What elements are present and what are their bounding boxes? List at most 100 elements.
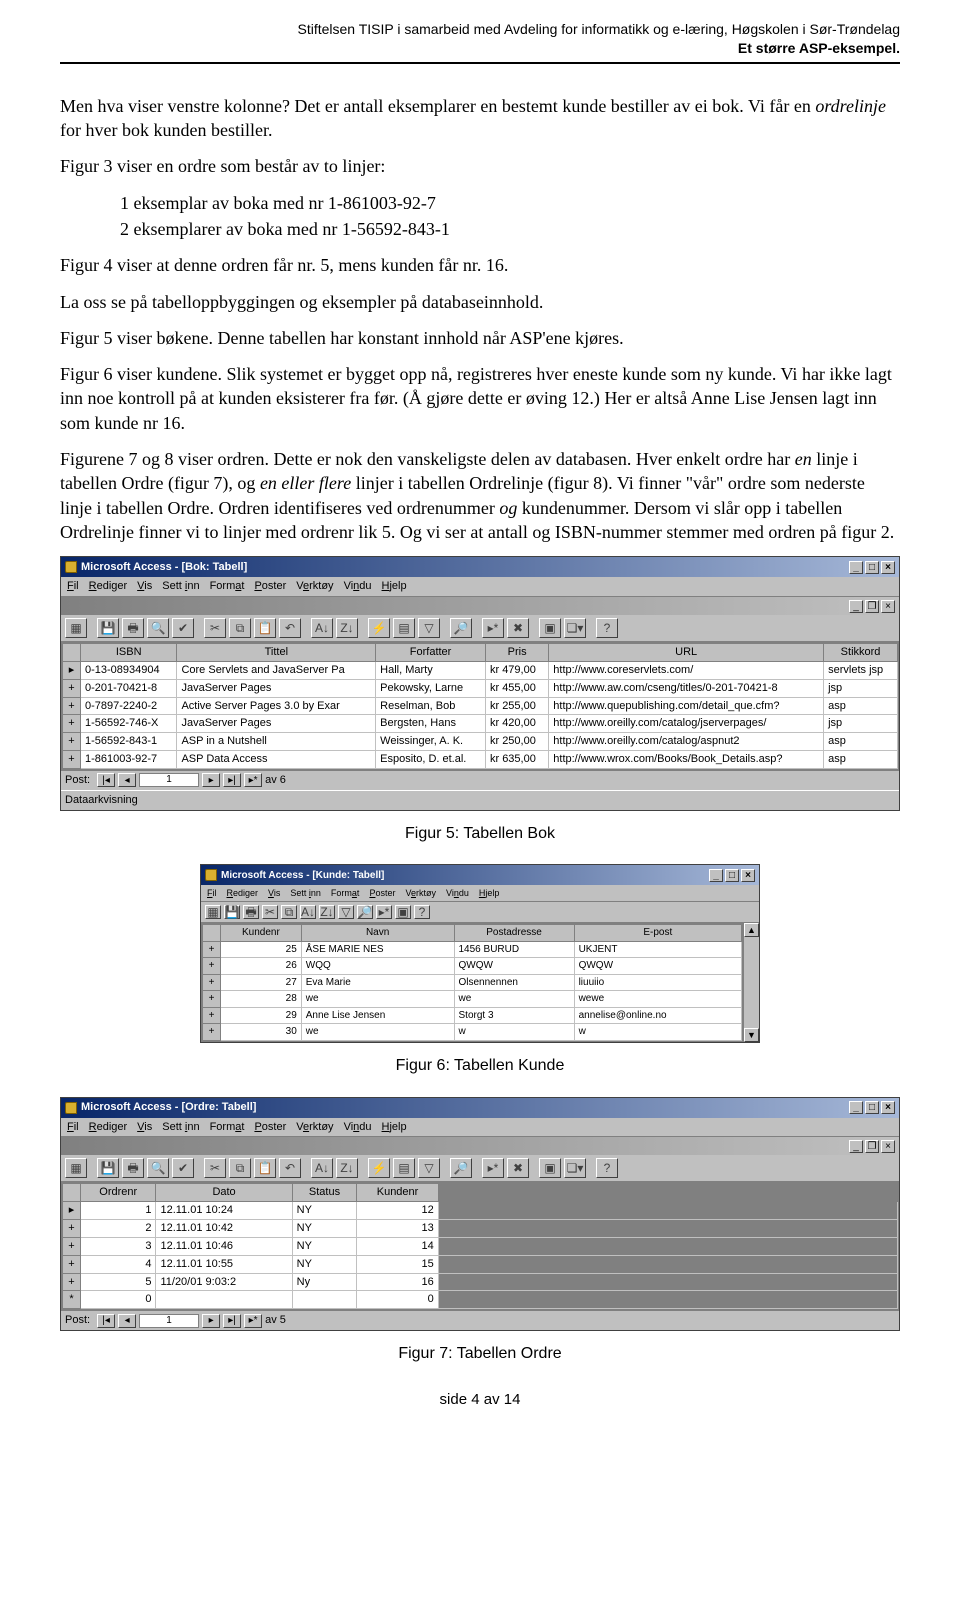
- spell-button[interactable]: ✔: [172, 618, 194, 638]
- db-window-button[interactable]: ▣: [395, 905, 411, 919]
- close-button[interactable]: ×: [881, 561, 895, 574]
- menubar-ordre[interactable]: Fil Rediger Vis Sett inn Format Poster V…: [61, 1118, 899, 1138]
- delete-record-button[interactable]: ✖: [507, 618, 529, 638]
- cell[interactable]: kr 420,00: [485, 715, 548, 733]
- col-forfatter[interactable]: Forfatter: [376, 644, 486, 662]
- menu-poster[interactable]: Poster: [254, 579, 286, 594]
- cell[interactable]: 29: [221, 1007, 302, 1024]
- table-row[interactable]: +30weww: [203, 1024, 742, 1041]
- table-row[interactable]: +27Eva MarieOlsennennenliuuiio: [203, 974, 742, 991]
- sort-asc-button[interactable]: A↓: [300, 905, 316, 919]
- cell[interactable]: Reselman, Bob: [376, 697, 486, 715]
- scrollbar-kunde[interactable]: ▲ ▼: [743, 923, 759, 1042]
- paste-button[interactable]: 📋: [254, 1158, 276, 1178]
- menu-vindu[interactable]: Vindu: [446, 887, 469, 899]
- table-row[interactable]: +1-861003-92-7ASP Data AccessEsposito, D…: [63, 751, 898, 769]
- col-tittel[interactable]: Tittel: [177, 644, 376, 662]
- table-row[interactable]: +0-7897-2240-2Active Server Pages 3.0 by…: [63, 697, 898, 715]
- cell[interactable]: kr 479,00: [485, 661, 548, 679]
- cell[interactable]: 5: [81, 1273, 156, 1291]
- copy-button[interactable]: ⧉: [281, 905, 297, 919]
- cell[interactable]: JavaServer Pages: [177, 679, 376, 697]
- cell[interactable]: http://www.wrox.com/Books/Book_Details.a…: [549, 751, 824, 769]
- row-selector[interactable]: ▸: [63, 1202, 81, 1220]
- menu-vindu[interactable]: Vindu: [344, 579, 372, 594]
- col-pris[interactable]: Pris: [485, 644, 548, 662]
- cell[interactable]: 0-7897-2240-2: [81, 697, 177, 715]
- delete-record-button[interactable]: ✖: [507, 1158, 529, 1178]
- cut-button[interactable]: ✂: [204, 1158, 226, 1178]
- cell[interactable]: 28: [221, 991, 302, 1008]
- cell[interactable]: WQQ: [301, 958, 454, 975]
- cell[interactable]: 16: [357, 1273, 438, 1291]
- row-selector[interactable]: +: [63, 1273, 81, 1291]
- titlebar-kunde[interactable]: Microsoft Access - [Kunde: Tabell] _ □ ×: [201, 865, 759, 885]
- paste-button[interactable]: 📋: [254, 618, 276, 638]
- menu-settinn[interactable]: Sett inn: [162, 579, 199, 594]
- cell[interactable]: Weissinger, A. K.: [376, 733, 486, 751]
- grid-kunde[interactable]: Kundenr Navn Postadresse E-post +25ÅSE M…: [201, 923, 743, 1042]
- table-row[interactable]: +412.11.01 10:55NY15: [63, 1255, 898, 1273]
- col-stikkord[interactable]: Stikkord: [824, 644, 898, 662]
- cell[interactable]: 3: [81, 1237, 156, 1255]
- menu-fil[interactable]: Fil: [67, 1120, 79, 1135]
- cell[interactable]: kr 250,00: [485, 733, 548, 751]
- find-button[interactable]: 🔎: [450, 1158, 472, 1178]
- cell[interactable]: asp: [824, 697, 898, 715]
- row-selector[interactable]: +: [63, 751, 81, 769]
- menu-rediger[interactable]: Rediger: [89, 579, 128, 594]
- menu-vis[interactable]: Vis: [137, 579, 152, 594]
- sort-asc-button[interactable]: A↓: [311, 618, 333, 638]
- print-button[interactable]: 🖶: [122, 618, 144, 638]
- menu-rediger[interactable]: Rediger: [89, 1120, 128, 1135]
- cell[interactable]: UKJENT: [574, 941, 741, 958]
- cut-button[interactable]: ✂: [262, 905, 278, 919]
- help-button[interactable]: ?: [414, 905, 430, 919]
- new-object-button[interactable]: ❏▾: [564, 1158, 586, 1178]
- cell[interactable]: w: [454, 1024, 574, 1041]
- col-selector[interactable]: [63, 1184, 81, 1202]
- maximize-button[interactable]: □: [865, 561, 879, 574]
- menu-verktoy[interactable]: Verktøy: [296, 1120, 333, 1135]
- col-isbn[interactable]: ISBN: [81, 644, 177, 662]
- cell[interactable]: 14: [357, 1237, 438, 1255]
- copy-button[interactable]: ⧉: [229, 618, 251, 638]
- nav-prev-button[interactable]: ◂: [118, 1314, 136, 1328]
- cell[interactable]: 13: [357, 1220, 438, 1238]
- spell-button[interactable]: ✔: [172, 1158, 194, 1178]
- cell[interactable]: 30: [221, 1024, 302, 1041]
- new-record-button[interactable]: ▸*: [482, 618, 504, 638]
- cell[interactable]: http://www.oreilly.com/catalog/jserverpa…: [549, 715, 824, 733]
- menu-verktoy[interactable]: Verktøy: [296, 579, 333, 594]
- cell[interactable]: 12.11.01 10:42: [156, 1220, 292, 1238]
- undo-button[interactable]: ↶: [279, 618, 301, 638]
- cell[interactable]: we: [454, 991, 574, 1008]
- cell[interactable]: Eva Marie: [301, 974, 454, 991]
- cell[interactable]: [292, 1291, 357, 1309]
- filter-toggle-button[interactable]: ▽: [418, 618, 440, 638]
- cell[interactable]: 0: [357, 1291, 438, 1309]
- cell[interactable]: http://www.oreilly.com/catalog/aspnut2: [549, 733, 824, 751]
- titlebar-bok[interactable]: Microsoft Access - [Bok: Tabell] _ □ ×: [61, 557, 899, 577]
- cell[interactable]: http://www.aw.com/cseng/titles/0-201-704…: [549, 679, 824, 697]
- cell[interactable]: Storgt 3: [454, 1007, 574, 1024]
- filter-toggle-button[interactable]: ▽: [418, 1158, 440, 1178]
- cell[interactable]: 12.11.01 10:46: [156, 1237, 292, 1255]
- cell[interactable]: NY: [292, 1255, 357, 1273]
- nav-current-field[interactable]: 1: [139, 773, 199, 787]
- col-kundenr[interactable]: Kundenr: [357, 1184, 438, 1202]
- row-selector[interactable]: +: [63, 679, 81, 697]
- col-kundenr[interactable]: Kundenr: [221, 925, 302, 942]
- minimize-button[interactable]: _: [709, 869, 723, 882]
- cell[interactable]: jsp: [824, 679, 898, 697]
- cell[interactable]: kr 455,00: [485, 679, 548, 697]
- cell[interactable]: NY: [292, 1237, 357, 1255]
- filter-form-button[interactable]: ▤: [393, 618, 415, 638]
- print-button[interactable]: 🖶: [243, 905, 259, 919]
- table-row[interactable]: +28wewewewe: [203, 991, 742, 1008]
- cell[interactable]: kr 635,00: [485, 751, 548, 769]
- db-window-button[interactable]: ▣: [539, 618, 561, 638]
- nav-next-button[interactable]: ▸: [202, 1314, 220, 1328]
- cell[interactable]: servlets jsp: [824, 661, 898, 679]
- cell[interactable]: 1456 BURUD: [454, 941, 574, 958]
